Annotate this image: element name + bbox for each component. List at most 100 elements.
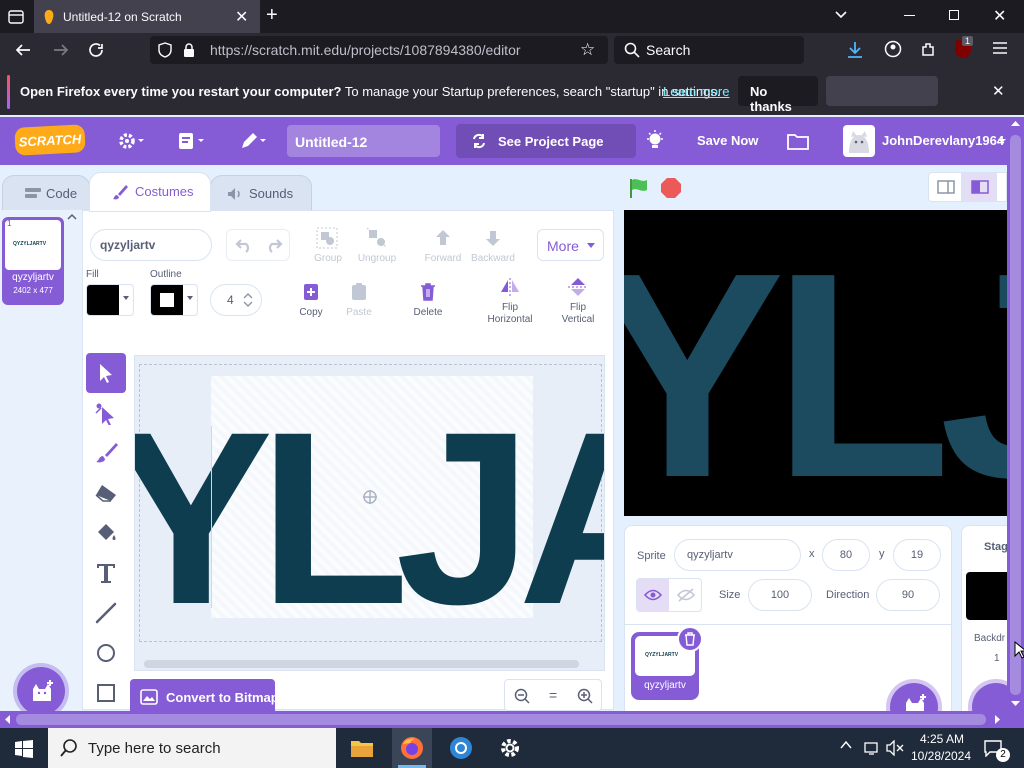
chrome-icon[interactable]: [449, 736, 473, 760]
scrollbar-right-icon[interactable]: [995, 715, 1001, 724]
project-title-input[interactable]: Untitled-12: [287, 125, 440, 157]
close-window-icon[interactable]: ✕: [993, 6, 1006, 26]
shield-icon[interactable]: [158, 42, 172, 58]
chevron-down-icon[interactable]: [834, 8, 848, 22]
tab-list-icon[interactable]: [8, 9, 24, 25]
reshape-tool[interactable]: [86, 393, 126, 433]
ungroup-icon[interactable]: [366, 227, 388, 249]
costume-text-shape[interactable]: YLJA: [135, 394, 604, 644]
volume-muted-icon[interactable]: [886, 740, 904, 756]
theme-lightbulb-icon[interactable]: [646, 130, 664, 152]
scratch-logo[interactable]: SCRATCH: [14, 124, 86, 156]
scroll-up-icon[interactable]: [67, 213, 77, 221]
tab-code[interactable]: Code: [2, 175, 90, 211]
stepper-icon[interactable]: [243, 292, 253, 308]
bookmark-star-icon[interactable]: ☆: [580, 40, 595, 60]
backward-arrow-icon[interactable]: [482, 228, 504, 248]
account-chevron-icon[interactable]: [997, 137, 1007, 145]
lock-icon[interactable]: [183, 42, 195, 58]
network-icon[interactable]: [864, 740, 880, 756]
scrollbar-down-icon[interactable]: [1011, 701, 1020, 707]
edit-menu-icon[interactable]: [240, 131, 270, 151]
x-input[interactable]: 80: [822, 539, 870, 571]
url-text[interactable]: https://scratch.mit.edu/projects/1087894…: [210, 42, 521, 58]
page-vertical-scrollbar[interactable]: [1007, 117, 1024, 711]
delete-sprite-button[interactable]: [677, 626, 703, 652]
costume-tile[interactable]: 1 QYZYLJARTV qyzyljartv 2402 x 477: [2, 217, 64, 305]
my-stuff-folder-icon[interactable]: [787, 132, 809, 150]
settings-gear-taskbar-icon[interactable]: [498, 736, 522, 760]
taskbar-search-box[interactable]: Type here to search: [48, 728, 336, 768]
scrollbar-thumb[interactable]: [1010, 135, 1021, 695]
taskbar-firefox[interactable]: [392, 728, 432, 768]
save-now-button[interactable]: Save Now: [697, 133, 758, 148]
startup-settings-button[interactable]: [826, 76, 938, 106]
line-tool[interactable]: [86, 593, 126, 633]
direction-input[interactable]: 90: [876, 579, 940, 611]
green-flag-icon[interactable]: [628, 177, 650, 199]
canvas-horizontal-scrollbar[interactable]: [144, 660, 579, 668]
extensions-icon[interactable]: [920, 40, 938, 58]
outline-width-input[interactable]: 4: [210, 284, 262, 316]
fill-color-picker[interactable]: [86, 284, 134, 316]
eraser-tool[interactable]: [86, 473, 126, 513]
windows-start-icon[interactable]: [15, 740, 33, 758]
menu-icon[interactable]: [992, 40, 1008, 56]
user-avatar[interactable]: [843, 125, 875, 157]
redo-icon[interactable]: [265, 237, 283, 253]
show-button[interactable]: [637, 579, 669, 611]
stop-sign-icon[interactable]: [660, 177, 682, 199]
y-input[interactable]: 19: [893, 539, 941, 571]
costume-name-input[interactable]: qyzyljartv: [90, 229, 212, 261]
drawing-canvas[interactable]: YLJA: [134, 355, 605, 671]
tray-chevron-up-icon[interactable]: [840, 740, 852, 750]
new-tab-icon[interactable]: +: [266, 4, 278, 27]
rectangle-tool[interactable]: [86, 673, 126, 713]
convert-to-bitmap-button[interactable]: Convert to Bitmap: [130, 679, 279, 715]
back-icon[interactable]: [14, 41, 32, 59]
file-explorer-icon[interactable]: [350, 737, 374, 759]
file-menu-icon[interactable]: [178, 131, 208, 151]
tab-costumes[interactable]: Costumes: [89, 172, 211, 212]
learn-more-link[interactable]: Learn more: [663, 84, 729, 99]
normal-stage-button[interactable]: [962, 172, 996, 202]
clock-time[interactable]: 4:25 AM: [916, 732, 968, 746]
circle-tool[interactable]: [86, 633, 126, 673]
reload-icon[interactable]: [87, 41, 105, 59]
fill-tool[interactable]: [86, 513, 126, 553]
forward-icon[interactable]: [52, 41, 70, 59]
group-icon[interactable]: [316, 227, 338, 249]
hide-eye-icon[interactable]: [677, 588, 695, 602]
zoom-in-icon[interactable]: [577, 688, 593, 704]
more-dropdown[interactable]: More: [537, 229, 604, 261]
scrollbar-up-icon[interactable]: [1011, 120, 1020, 126]
minimize-icon[interactable]: [904, 15, 915, 16]
add-costume-button[interactable]: [17, 667, 65, 715]
size-input[interactable]: 100: [748, 579, 812, 611]
forward-arrow-icon[interactable]: [432, 228, 454, 248]
web-search-field[interactable]: Search: [614, 36, 804, 64]
stage-canvas[interactable]: YLJ: [624, 210, 1007, 516]
fullscreen-button[interactable]: [996, 172, 1007, 202]
downloads-icon[interactable]: [846, 40, 864, 60]
zoom-reset-button[interactable]: =: [549, 687, 557, 703]
url-bar[interactable]: https://scratch.mit.edu/projects/1087894…: [150, 36, 608, 64]
username[interactable]: JohnDerevlany1964: [882, 133, 1004, 148]
select-tool[interactable]: [86, 353, 126, 393]
close-notification-icon[interactable]: ✕: [992, 82, 1005, 100]
tab-sounds[interactable]: Sounds: [210, 175, 312, 211]
account-icon[interactable]: [884, 40, 902, 58]
scrollbar-left-icon[interactable]: [4, 715, 10, 724]
see-project-page-button[interactable]: See Project Page: [456, 124, 636, 158]
scrollbar-h-thumb[interactable]: [16, 714, 986, 725]
clock-date[interactable]: 10/28/2024: [908, 749, 974, 763]
sprite-name-input[interactable]: qyzyljartv: [674, 539, 801, 571]
small-stage-button[interactable]: [928, 172, 962, 202]
no-thanks-button[interactable]: No thanks: [738, 76, 818, 114]
browser-tab-active[interactable]: Untitled-12 on Scratch ✕: [34, 0, 260, 33]
brush-tool[interactable]: [86, 433, 126, 473]
text-tool[interactable]: [86, 553, 126, 593]
settings-gear-icon[interactable]: [118, 131, 146, 151]
undo-icon[interactable]: [235, 237, 253, 253]
restore-icon[interactable]: [949, 10, 959, 20]
